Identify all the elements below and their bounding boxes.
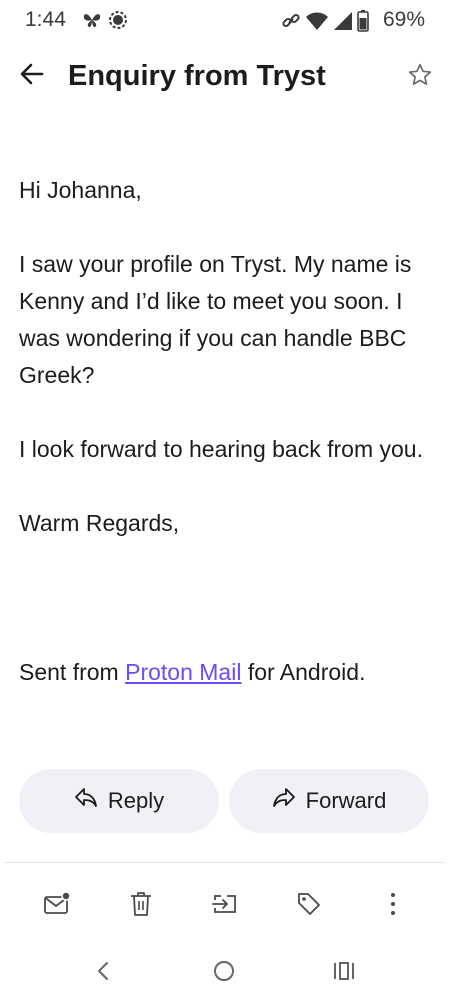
system-nav-bar (0, 946, 449, 1000)
move-button[interactable] (207, 888, 243, 924)
message-greeting: Hi Johanna, (19, 177, 142, 203)
forward-icon (272, 787, 296, 815)
label-icon (296, 891, 322, 922)
nav-home-button[interactable] (209, 958, 239, 988)
nav-recents-icon (332, 960, 356, 987)
nav-recents-button[interactable] (329, 958, 359, 988)
message-paragraph: I saw your profile on Tryst. My name is … (19, 251, 412, 388)
nav-home-icon (212, 959, 236, 988)
battery-icon (357, 10, 369, 37)
cell-signal-icon (333, 11, 353, 36)
star-button[interactable] (403, 60, 437, 94)
status-bar: 1:44 69% (0, 0, 449, 44)
message-header: Enquiry from Tryst (0, 50, 449, 106)
signature-suffix: for Android. (241, 659, 366, 685)
message-signature: Sent from Proton Mail for Android. (19, 654, 429, 691)
star-outline-icon (407, 62, 433, 93)
signal-app-icon (108, 10, 128, 35)
trash-icon (129, 890, 153, 923)
status-time: 1:44 (25, 8, 66, 31)
reply-button[interactable]: Reply (19, 769, 219, 833)
message-paragraph: I look forward to hearing back from you. (19, 436, 423, 462)
message-subject: Enquiry from Tryst (68, 60, 326, 92)
back-button[interactable] (14, 58, 50, 94)
proton-mail-link[interactable]: Proton Mail (125, 659, 241, 685)
more-vertical-icon (389, 891, 397, 922)
reply-label: Reply (107, 788, 165, 813)
battery-percentage: 69% (382, 8, 425, 31)
reply-icon (74, 787, 98, 815)
bottom-action-bar (0, 878, 449, 934)
forward-label: Forward (305, 788, 387, 813)
wifi-icon (305, 11, 329, 36)
link-icon (281, 11, 301, 36)
mark-unread-icon (43, 890, 71, 922)
more-button[interactable] (375, 888, 411, 924)
nav-back-button[interactable] (88, 958, 118, 988)
move-to-folder-icon (211, 891, 239, 922)
label-button[interactable] (291, 888, 327, 924)
divider (4, 862, 445, 863)
signature-prefix: Sent from (19, 659, 126, 685)
nav-back-icon (95, 961, 111, 986)
forward-button[interactable]: Forward (229, 769, 429, 833)
message-closing: Warm Regards, (19, 510, 180, 536)
arrow-left-icon (19, 61, 45, 92)
butterfly-icon (82, 10, 102, 35)
message-body: Hi Johanna, I saw your profile on Tryst.… (19, 172, 429, 691)
trash-button[interactable] (123, 888, 159, 924)
mark-unread-button[interactable] (39, 888, 75, 924)
